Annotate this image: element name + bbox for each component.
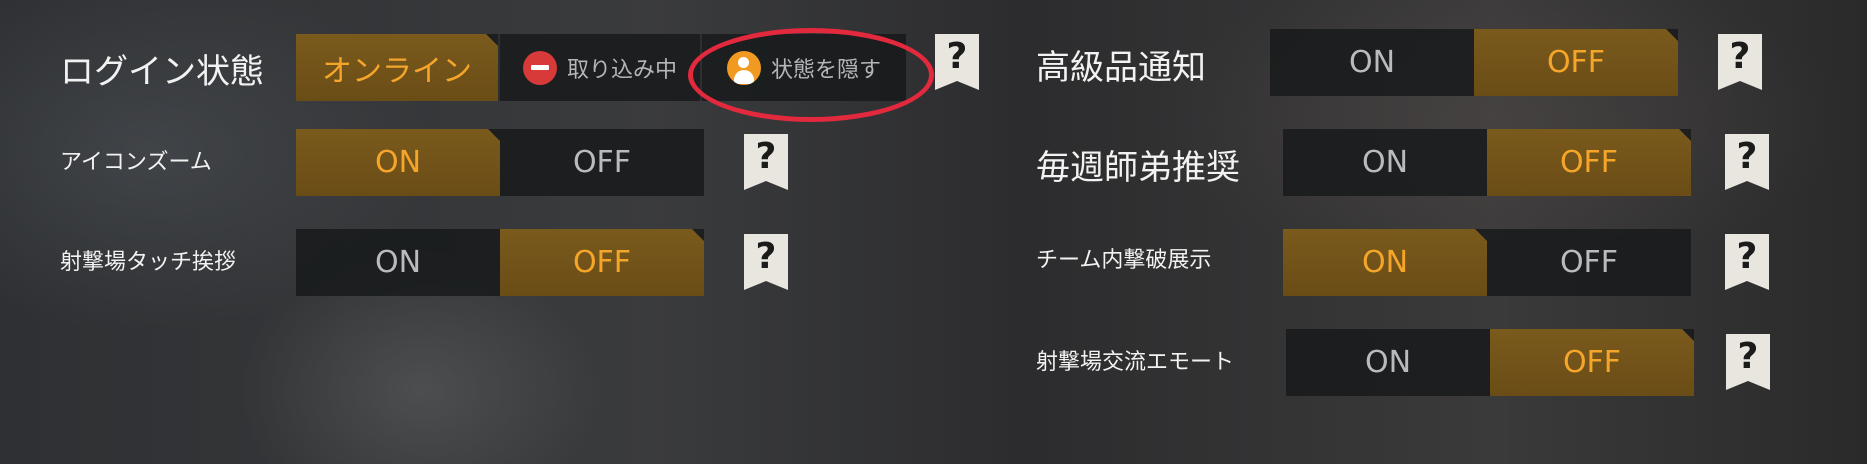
range-greeting-label: 射撃場タッチ挨拶	[60, 250, 237, 275]
help-icon[interactable]: ?	[935, 34, 979, 90]
status-online-option[interactable]: オンライン	[296, 34, 498, 101]
luxury-notice-on-button[interactable]: ON	[1270, 29, 1474, 96]
weekly-mentor-off-button[interactable]: OFF	[1487, 129, 1691, 196]
range-emote-off-button[interactable]: OFF	[1490, 329, 1694, 396]
help-icon[interactable]: ?	[1725, 234, 1769, 290]
icon-zoom-toggle: ON OFF	[296, 129, 704, 196]
icon-zoom-on-button[interactable]: ON	[296, 129, 500, 196]
icon-zoom-label: アイコンズーム	[60, 150, 212, 175]
team-kill-display-toggle: ON OFF	[1283, 229, 1691, 296]
range-emote-toggle: ON OFF	[1286, 329, 1694, 396]
range-greeting-off-button[interactable]: OFF	[500, 229, 704, 296]
weekly-mentor-on-button[interactable]: ON	[1283, 129, 1487, 196]
status-busy-label: 取り込み中	[566, 57, 677, 83]
team-kill-display-off-button[interactable]: OFF	[1487, 229, 1691, 296]
weekly-mentor-toggle: ON OFF	[1283, 129, 1691, 196]
weekly-mentor-label: 毎週師弟推奨	[1036, 148, 1240, 188]
luxury-notice-toggle: ON OFF	[1270, 29, 1678, 96]
luxury-notice-label: 高級品通知	[1036, 48, 1206, 88]
team-kill-display-label: チーム内撃破展示	[1036, 248, 1212, 273]
help-icon[interactable]: ?	[744, 134, 788, 190]
highlight-circle	[688, 28, 934, 122]
help-icon[interactable]: ?	[1725, 134, 1769, 190]
range-greeting-toggle: ON OFF	[296, 229, 704, 296]
team-kill-display-on-button[interactable]: ON	[1283, 229, 1487, 296]
status-busy-option[interactable]: 取り込み中	[500, 34, 700, 101]
luxury-notice-off-button[interactable]: OFF	[1474, 29, 1678, 96]
help-icon[interactable]: ?	[1718, 34, 1762, 90]
range-greeting-on-button[interactable]: ON	[296, 229, 500, 296]
login-status-label: ログイン状態	[60, 52, 264, 92]
help-icon[interactable]: ?	[1726, 334, 1770, 390]
do-not-disturb-icon	[522, 50, 557, 85]
icon-zoom-off-button[interactable]: OFF	[500, 129, 704, 196]
range-emote-label: 射撃場交流エモート	[1036, 350, 1235, 375]
range-emote-on-button[interactable]: ON	[1286, 329, 1490, 396]
help-icon[interactable]: ?	[744, 234, 788, 290]
